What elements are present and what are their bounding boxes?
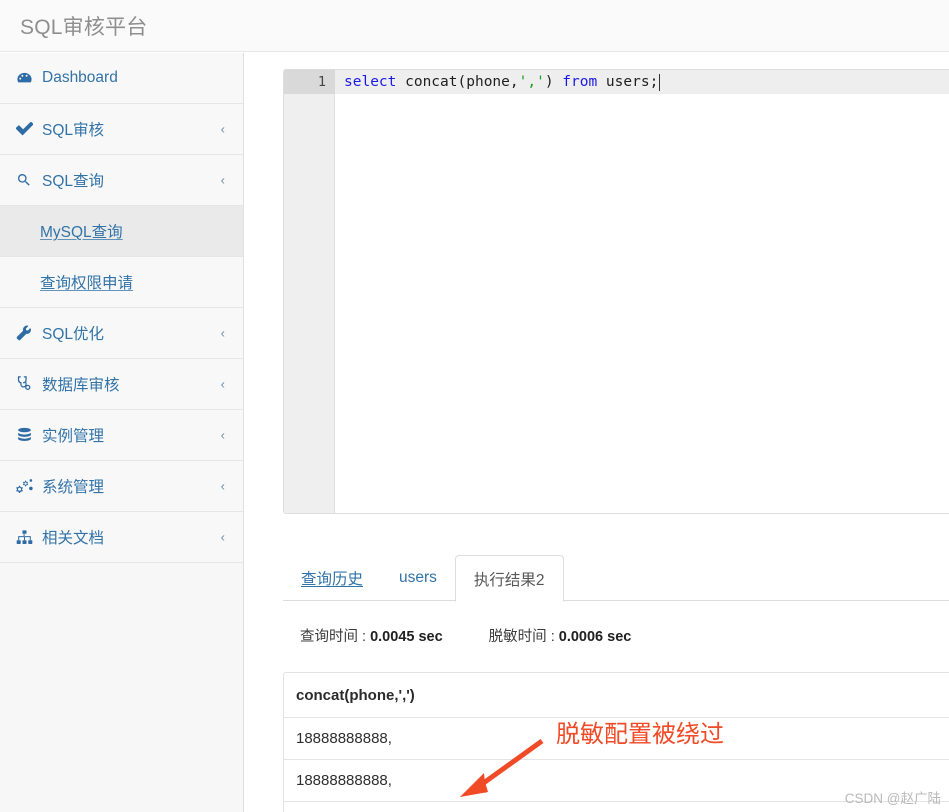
sidebar-subitem-mysql-query[interactable]: MySQL查询	[0, 206, 243, 257]
sql-string-literal: ','	[518, 74, 545, 90]
query-time: 查询时间 : 0.0045 sec	[300, 625, 443, 646]
sql-keyword-select: select	[344, 74, 397, 90]
sidebar-subitem-label: 查询权限申请	[40, 275, 134, 292]
sidebar-item-instance-manage[interactable]: 实例管理 ‹	[0, 410, 243, 461]
page-title: SQL审核平台	[20, 16, 148, 39]
sidebar-item-system-manage[interactable]: 系统管理 ‹	[0, 461, 243, 512]
result-table: concat(phone,',') 18888888888, 188888888…	[284, 673, 949, 812]
sidebar-item-label: SQL审核	[42, 122, 105, 139]
search-icon	[16, 172, 42, 188]
check-icon	[16, 122, 42, 136]
chevron-left-icon: ‹	[220, 172, 225, 188]
sitemap-icon	[16, 529, 42, 545]
tab-query-history[interactable]: 查询历史	[283, 555, 381, 601]
sidebar-item-sql-optimize[interactable]: SQL优化 ‹	[0, 308, 243, 359]
sidebar-item-label: SQL查询	[42, 173, 105, 190]
chevron-left-icon: ‹	[220, 121, 225, 137]
tab-users[interactable]: users	[381, 555, 455, 601]
sidebar-item-label: 系统管理	[42, 479, 105, 496]
sql-text-2: )	[544, 74, 563, 90]
sidebar-item-sql-audit[interactable]: SQL审核 ‹	[0, 104, 243, 155]
sidebar-item-docs[interactable]: 相关文档 ‹	[0, 512, 243, 563]
mask-time-value: 0.0006 sec	[558, 629, 632, 645]
sql-keyword-from: from	[562, 74, 598, 90]
result-table-body: 18888888888, 18888888888,	[284, 717, 949, 812]
app-root: SQL审核平台 Dashboard SQL审核 ‹ SQL查询 ‹ MySQL查…	[0, 0, 949, 812]
sidebar-item-label: 实例管理	[42, 428, 105, 445]
result-table-panel: concat(phone,',') 18888888888, 188888888…	[283, 672, 949, 812]
table-cell	[284, 801, 949, 812]
table-cell: 18888888888,	[284, 759, 949, 802]
sidebar-item-label: Dashboard	[42, 69, 118, 86]
editor-code-line[interactable]: select concat(phone, ',') from users;	[344, 70, 661, 94]
sidebar-subitem-query-permission[interactable]: 查询权限申请	[0, 257, 243, 308]
sidebar-item-label: 数据库审核	[42, 377, 120, 394]
sidebar-item-sql-query[interactable]: SQL查询 ‹	[0, 155, 243, 206]
wrench-icon	[16, 325, 42, 341]
chevron-left-icon: ‹	[220, 325, 225, 341]
query-time-label: 查询时间 :	[300, 629, 371, 645]
sidebar-item-label: SQL优化	[42, 326, 105, 343]
table-cell: 18888888888,	[284, 717, 949, 760]
mask-time: 脱敏时间 : 0.0006 sec	[489, 625, 632, 646]
sql-text-1: concat(phone,	[396, 74, 519, 90]
top-header: SQL审核平台	[0, 0, 949, 52]
sidebar: Dashboard SQL审核 ‹ SQL查询 ‹ MySQL查询 查询权限申请…	[0, 53, 244, 812]
sidebar-item-db-audit[interactable]: 数据库审核 ‹	[0, 359, 243, 410]
chevron-left-icon: ‹	[220, 427, 225, 443]
sidebar-item-label: 相关文档	[42, 530, 105, 547]
stethoscope-icon	[16, 375, 42, 393]
sidebar-item-dashboard[interactable]: Dashboard	[0, 53, 243, 104]
result-tabs-container: 查询历史 users 执行结果2	[283, 553, 949, 602]
query-time-value: 0.0045 sec	[370, 629, 443, 645]
chevron-left-icon: ‹	[220, 376, 225, 392]
table-row[interactable]: 18888888888,	[284, 759, 949, 802]
sql-editor[interactable]: 1 select concat(phone, ',') from users;	[283, 69, 949, 514]
tachometer-icon	[16, 70, 42, 87]
result-tabs: 查询历史 users 执行结果2	[283, 553, 564, 602]
tab-execution-result-2[interactable]: 执行结果2	[454, 555, 564, 602]
table-header-row: concat(phone,',')	[284, 673, 949, 718]
column-header[interactable]: concat(phone,',')	[284, 673, 949, 718]
database-icon	[16, 427, 42, 444]
result-table-head: concat(phone,',')	[284, 673, 949, 718]
table-row[interactable]	[284, 801, 949, 812]
editor-gutter: 1	[284, 70, 335, 513]
sidebar-menu: Dashboard SQL审核 ‹ SQL查询 ‹ MySQL查询 查询权限申请…	[0, 53, 243, 563]
editor-line-number: 1	[284, 70, 335, 94]
sql-text-3: users;	[597, 74, 659, 90]
text-cursor	[659, 73, 661, 91]
mask-time-label: 脱敏时间 :	[488, 629, 559, 645]
table-row[interactable]: 18888888888,	[284, 717, 949, 760]
timing-info: 查询时间 : 0.0045 sec 脱敏时间 : 0.0006 sec	[300, 625, 631, 646]
sidebar-subitem-label: MySQL查询	[40, 224, 123, 241]
chevron-left-icon: ‹	[220, 529, 225, 545]
chevron-left-icon: ‹	[220, 478, 225, 494]
gears-icon	[16, 478, 42, 494]
